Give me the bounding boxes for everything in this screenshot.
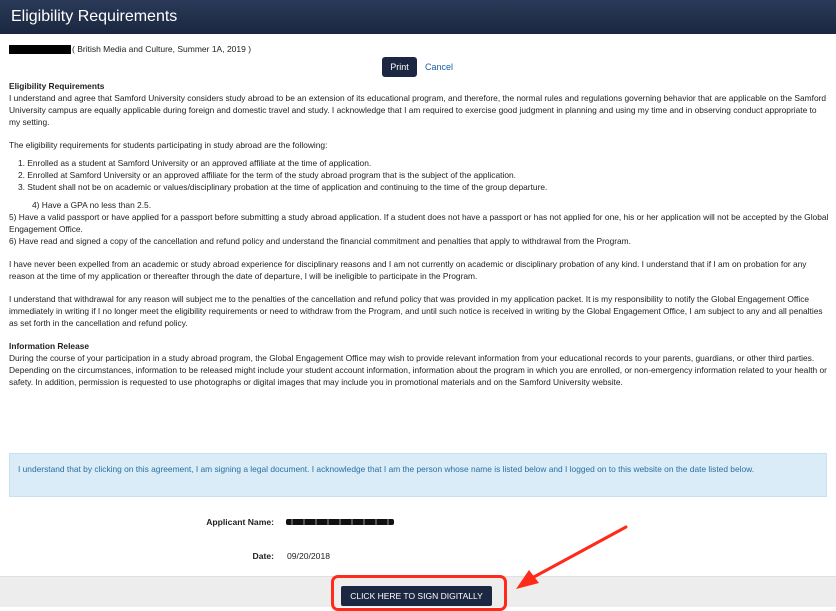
applicant-name-label: Applicant Name: bbox=[206, 517, 274, 527]
requirement-gpa: 4) Have a GPA no less than 2.5. bbox=[32, 200, 152, 210]
date-label: Date: bbox=[252, 551, 275, 561]
withdrawal-paragraph: I understand that withdrawal for any rea… bbox=[9, 294, 823, 328]
date-value: 09/20/2018 bbox=[287, 551, 331, 561]
expelled-paragraph: I have never been expelled from an acade… bbox=[9, 259, 807, 281]
program-line: ( British Media and Culture, Summer 1A, … bbox=[9, 44, 251, 54]
requirement-refund-policy: 6) Have read and signed a copy of the ca… bbox=[9, 236, 631, 246]
release-paragraph: During the course of your participation … bbox=[9, 353, 827, 387]
list-item: 2. Enrolled at Samford University or an … bbox=[18, 170, 516, 180]
program-info: ( British Media and Culture, Summer 1A, … bbox=[72, 44, 252, 54]
cancel-link[interactable]: Cancel bbox=[425, 62, 453, 72]
redacted-name bbox=[9, 44, 71, 54]
list-item: 3. Student shall not be on academic or v… bbox=[18, 182, 548, 192]
page-title: Eligibility Requirements bbox=[0, 0, 836, 34]
legal-notice: I understand that by clicking on this ag… bbox=[9, 453, 827, 497]
requirements-list: 1. Enrolled as a student at Samford Univ… bbox=[9, 157, 829, 193]
requirement-passport: 5) Have a valid passport or have applied… bbox=[9, 212, 829, 234]
intro-paragraph: I understand and agree that Samford Univ… bbox=[9, 93, 827, 127]
release-heading: Information Release bbox=[9, 341, 90, 351]
print-button[interactable]: Print bbox=[382, 57, 417, 77]
requirements-intro: The eligibility requirements for student… bbox=[9, 140, 328, 150]
action-bar: Print Cancel bbox=[382, 57, 453, 77]
list-item: 1. Enrolled as a student at Samford Univ… bbox=[18, 158, 372, 168]
applicant-name-redacted bbox=[286, 519, 394, 525]
eligibility-heading: Eligibility Requirements bbox=[9, 81, 105, 91]
agreement-text: Eligibility Requirements I understand an… bbox=[9, 80, 829, 388]
